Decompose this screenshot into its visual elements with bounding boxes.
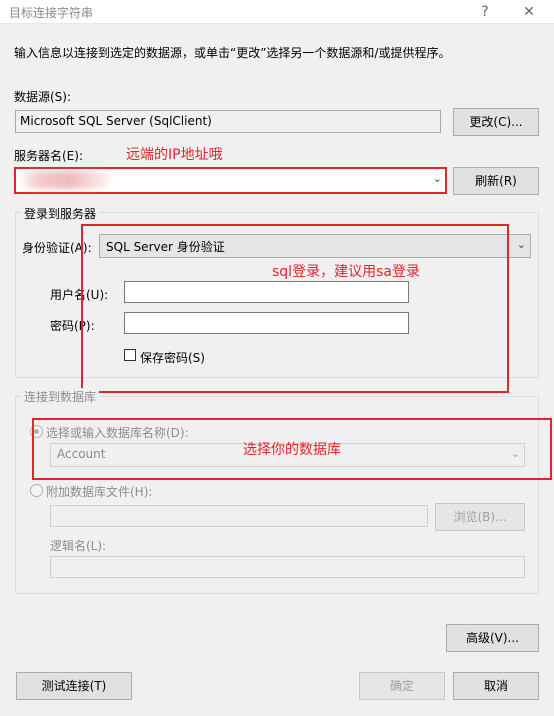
cancel-button[interactable]: 取消 bbox=[453, 672, 539, 700]
attach-db-label: 附加数据库文件(H): bbox=[46, 485, 153, 499]
logical-name-label: 逻辑名(L): bbox=[50, 539, 107, 553]
close-icon[interactable]: ✕ bbox=[514, 1, 544, 23]
datasource-label: 数据源(S): bbox=[14, 90, 72, 104]
database-highlight-box bbox=[32, 418, 552, 480]
chevron-down-icon: ⌄ bbox=[516, 238, 526, 251]
login-highlight-box bbox=[81, 224, 509, 393]
test-connection-button[interactable]: 测试连接(T) bbox=[16, 672, 132, 700]
logical-name-input[interactable] bbox=[50, 556, 525, 578]
intro-text: 输入信息以连接到选定的数据源，或单击“更改”选择另一个数据源和/或提供程序。 bbox=[14, 46, 451, 60]
title-bar: 目标连接字符串 ? ✕ bbox=[0, 0, 554, 24]
server-annotation: 远端的IP地址哦 bbox=[126, 147, 223, 163]
database-group-title: 连接到数据库 bbox=[21, 388, 100, 405]
advanced-button[interactable]: 高级(V)... bbox=[446, 624, 539, 652]
login-group-title: 登录到服务器 bbox=[21, 205, 100, 222]
datasource-field: Microsoft SQL Server (SqlClient) bbox=[15, 110, 441, 133]
browse-button[interactable]: 浏览(B)... bbox=[435, 503, 525, 531]
server-label: 服务器名(E): bbox=[14, 149, 83, 163]
refresh-button[interactable]: 刷新(R) bbox=[453, 167, 539, 195]
ok-button[interactable]: 确定 bbox=[359, 672, 445, 700]
attach-file-input[interactable] bbox=[50, 505, 428, 527]
redacted-ip bbox=[20, 171, 110, 189]
attach-db-radio[interactable] bbox=[30, 484, 43, 497]
help-icon[interactable]: ? bbox=[470, 1, 500, 23]
window-title: 目标连接字符串 bbox=[9, 6, 94, 20]
change-button[interactable]: 更改(C)... bbox=[453, 108, 539, 136]
